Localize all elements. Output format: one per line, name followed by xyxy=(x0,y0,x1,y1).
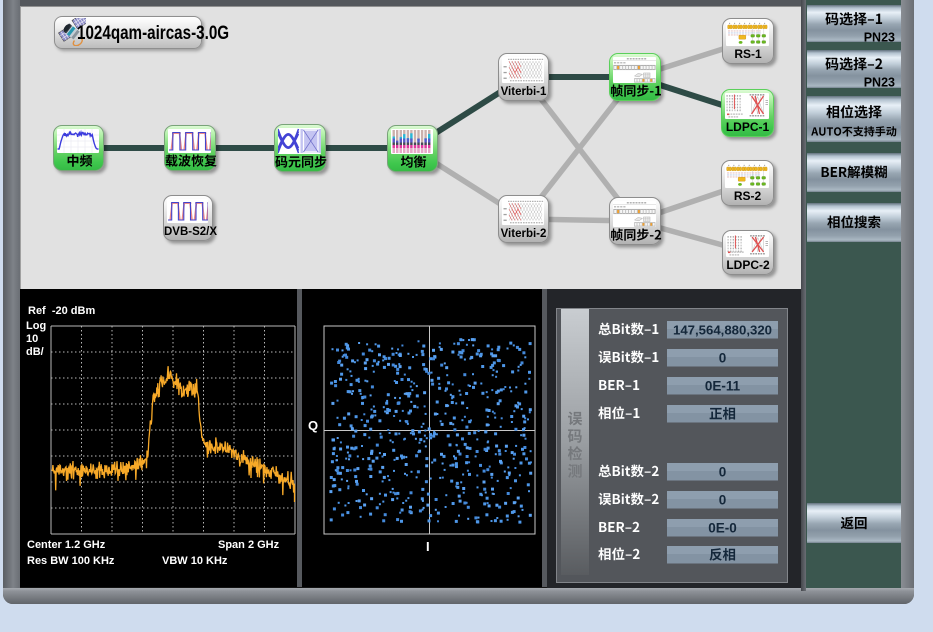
svg-text:0: 0 xyxy=(719,493,727,508)
svg-text:147,564,880,320: 147,564,880,320 xyxy=(673,323,772,338)
svg-text:0: 0 xyxy=(719,351,727,366)
svg-text:PN23: PN23 xyxy=(864,76,895,89)
svg-text:0E-0: 0E-0 xyxy=(708,521,737,536)
svg-text:0: 0 xyxy=(719,465,727,480)
svg-text:0E-11: 0E-11 xyxy=(705,379,741,394)
svg-text:PN23: PN23 xyxy=(864,31,895,43)
